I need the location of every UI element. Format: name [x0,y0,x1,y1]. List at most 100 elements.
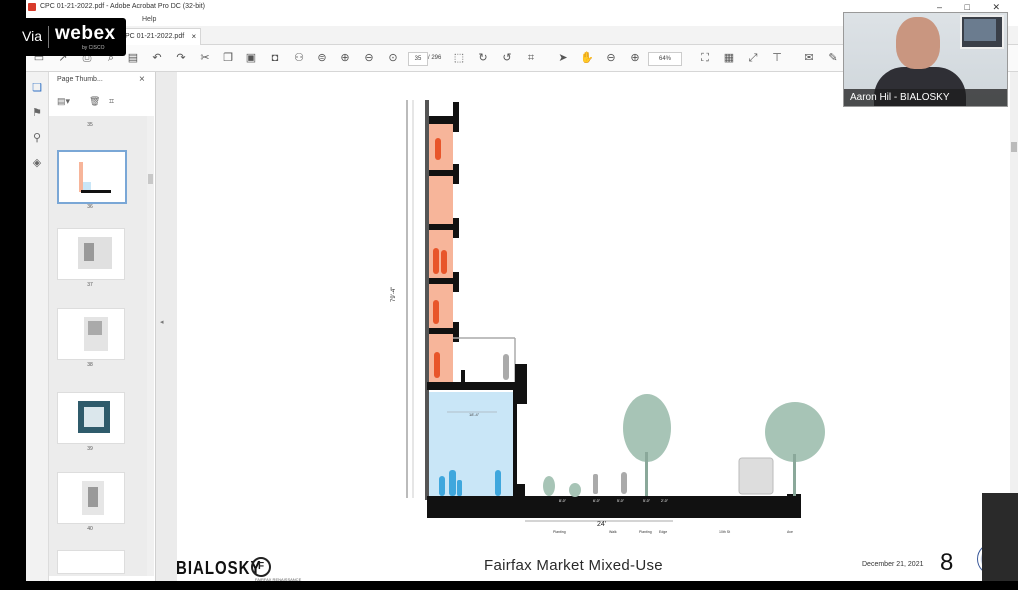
fairfax-renaissance-logo: F [251,557,271,577]
svg-text:Planting: Planting [553,530,566,534]
svg-text:6'-0": 6'-0" [593,499,601,503]
thumb-preview [78,237,112,269]
fairfax-renaissance-text: FAIRFAX RENAISSANCE [255,577,302,582]
svg-text:Planting: Planting [639,530,652,534]
street-figures [593,457,774,495]
copy-icon[interactable]: ❐ [221,51,235,65]
delete-page-icon[interactable]: 🗑 [89,96,100,107]
scroll-mode-icon[interactable]: ▦ [722,51,736,65]
full-screen-icon[interactable]: ⤢ [746,51,760,65]
participant-video[interactable]: Aaron Hil - BIALOSKY [843,12,1008,107]
storefront-dim: 18'-4" [469,412,480,417]
left-nav-rail: ❏ ⚑ ⚲ ◈ [26,72,49,581]
pen-icon[interactable]: ✎ [826,51,840,65]
thumbnail-page-39[interactable] [57,392,125,444]
panel-collapse-handle[interactable]: ◂ [160,318,164,326]
wall-picture [964,19,996,41]
svg-text:Walk: Walk [609,530,617,534]
bialosky-logo: BIALOSKY [176,558,262,579]
thumbnail-list: 35 36 37 38 39 40 [49,116,149,576]
document-tab-label: PC 01-21-2022.pdf [125,33,185,40]
via-label: Via [22,28,42,44]
crop-icon[interactable]: ⌗ [524,51,538,65]
layers-icon[interactable]: ◈ [31,157,43,169]
street-trees [543,394,825,497]
attachment-icon[interactable]: ⚲ [31,132,43,144]
rotate-cw-icon[interactable]: ↻ [476,51,490,65]
zoom-out-icon[interactable]: ⊖ [604,51,618,65]
prev-page-icon[interactable]: ⊕ [338,51,352,65]
thumbnail-panel: Page Thumb... × ▤▾ 🗑 ⌗ 35 36 37 38 39 40 [49,72,156,581]
page-total: / 296 [428,55,442,61]
paste-icon[interactable]: ▣ [244,51,258,65]
extract-icon[interactable]: ▤ [126,51,140,65]
street-labels: Planting Walk Planting Edge 10th St Ave [553,530,793,534]
height-label: 79'-4" [391,287,397,302]
cut-icon[interactable]: ✂ [198,51,212,65]
thumb-number: 36 [87,204,93,210]
thumb-preview [84,317,108,351]
thumb-preview [82,481,104,515]
find-binoculars-icon[interactable]: ⚇ [292,51,306,65]
slide-page-number: 8 [940,549,954,576]
rotate-page-icon[interactable]: ⊙ [386,51,400,65]
thumbnail-panel-title: Page Thumb... [57,76,103,83]
close-tab-icon[interactable]: × [191,29,196,45]
zoom-in-icon[interactable]: ⊕ [628,51,642,65]
extract-page-icon[interactable]: ⌗ [109,96,114,107]
window-title: CPC 01-21-2022.pdf - Adobe Acrobat Pro D… [40,3,205,10]
next-page-icon[interactable]: ⊖ [362,51,376,65]
thumbnail-page-37[interactable] [57,228,125,280]
svg-text:5'-0": 5'-0" [643,499,651,503]
slide-title: Fairfax Market Mixed-Use [484,557,663,574]
svg-text:Edge: Edge [659,530,667,534]
thumb-preview [78,401,110,433]
hand-stamp-icon[interactable]: ⊜ [315,51,329,65]
camera-icon[interactable]: ◘ [268,51,282,65]
fit-page-icon[interactable]: ⛶ [698,51,712,65]
thumb-number: 37 [87,282,93,288]
rotate-ccw-icon[interactable]: ↺ [500,51,514,65]
thumb-number: 35 [87,122,93,128]
svg-text:10th St: 10th St [719,530,730,534]
thumbnail-page-38[interactable] [57,308,125,360]
svg-text:5'-0": 5'-0" [617,499,625,503]
undo-icon[interactable]: ↶ [150,51,164,65]
webex-logo: webex [55,23,116,44]
cisco-label: by CISCO [82,45,105,51]
thumb-number: 40 [87,526,93,532]
thumbnail-page-40[interactable] [57,472,125,524]
thumbnail-vertical-scrollbar[interactable] [147,116,154,576]
hand-tool-icon[interactable]: ✋ [580,51,594,65]
comment-icon[interactable]: ✉ [802,51,816,65]
svg-text:8'-0": 8'-0" [559,499,567,503]
menu-help[interactable]: Help [142,14,156,26]
thumb-preview [79,162,111,193]
thumbnail-options-icon[interactable]: ▤▾ [57,96,70,107]
marquee-zoom-icon[interactable]: ⬚ [452,51,466,65]
badge-divider [48,26,49,48]
street-width-label: 24' [597,521,606,528]
svg-text:2'-0": 2'-0" [661,499,669,503]
participant-head [896,17,940,69]
thumbnail-page-36[interactable] [57,150,127,204]
thumb-number: 39 [87,446,93,452]
read-mode-icon[interactable]: ⊤ [770,51,784,65]
webex-badge: Via webex by CISCO [10,18,126,56]
page-number-input[interactable]: 35 [408,52,428,66]
zoom-select[interactable]: 64% [648,52,682,66]
svg-text:Ave: Ave [787,530,793,534]
participant-name: Aaron Hil - BIALOSKY [844,89,1007,106]
document-tab[interactable]: PC 01-21-2022.pdf × [118,28,202,45]
thumbnail-page-41[interactable] [57,550,125,574]
close-panel-icon[interactable]: × [139,74,145,85]
document-page: 79'-4" 18'-4" 24' 8'-0" 6'-0" 5'-0" 5'-0… [177,72,1016,581]
thumb-number: 38 [87,362,93,368]
bookmark-icon[interactable]: ⚑ [31,107,43,119]
thumbnail-tools: ▤▾ 🗑 ⌗ [55,96,151,110]
pdf-file-icon [28,3,36,11]
redo-icon[interactable]: ↷ [174,51,188,65]
slide-date: December 21, 2021 [862,561,924,568]
page-thumbnails-icon[interactable]: ❏ [31,82,43,94]
select-cursor-icon[interactable]: ➤ [556,51,570,65]
